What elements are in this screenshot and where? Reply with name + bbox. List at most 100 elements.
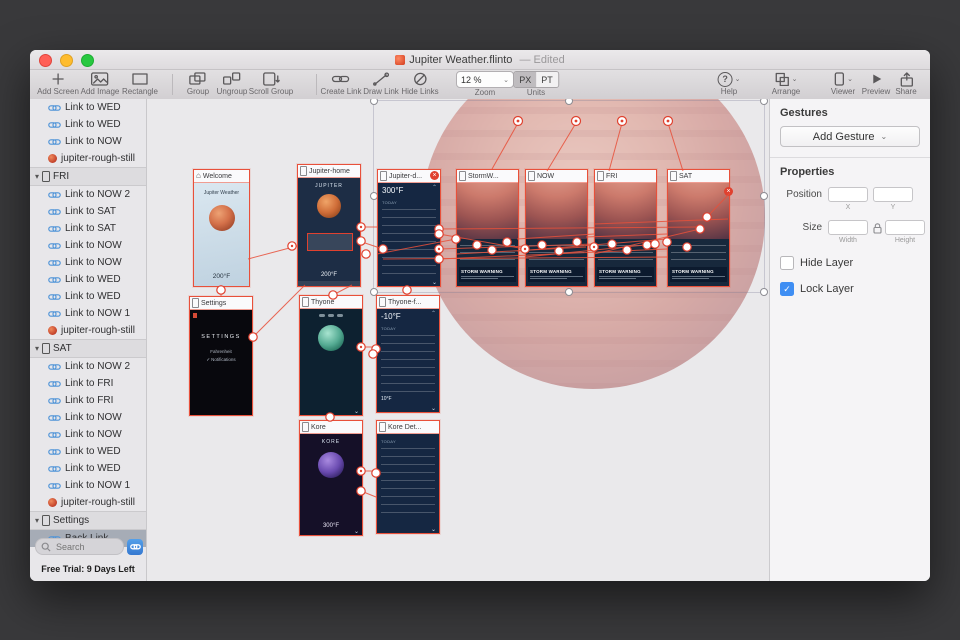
sidebar-group-fri[interactable]: ▾ FRI	[30, 167, 146, 186]
chevron-down-icon: ⌄	[847, 76, 853, 83]
screen-storm-warning[interactable]: StormW... STORM WARNING	[456, 169, 519, 287]
size-width-input[interactable]	[828, 220, 868, 235]
sidebar-item-image[interactable]: jupiter-rough-still	[30, 322, 146, 339]
ungroup-button[interactable]: Ungroup	[217, 71, 247, 97]
screen-kore[interactable]: Kore KORE 300°F ⌄	[299, 420, 363, 536]
help-button[interactable]: ? ⌄ Help	[717, 71, 740, 97]
screen-title: Kore Det...	[388, 423, 422, 431]
links-filter-button[interactable]	[127, 538, 143, 555]
hide-layer-row[interactable]: Hide Layer	[780, 256, 930, 270]
screen-thyone[interactable]: Thyone ⌄	[299, 295, 363, 416]
preview-button[interactable]: Preview	[862, 71, 890, 97]
close-icon[interactable]: ×	[724, 187, 733, 196]
selection-handle[interactable]	[760, 288, 768, 296]
screen-sat[interactable]: SAT × STORM WARNING	[667, 169, 733, 287]
zoom-control[interactable]: 12 % ⌄ Zoom	[456, 71, 514, 98]
zoom-dropdown[interactable]: 12 % ⌄	[456, 71, 514, 88]
disclosure-triangle-icon[interactable]: ▾	[35, 516, 39, 525]
disclosure-triangle-icon[interactable]: ▾	[35, 172, 39, 181]
screen-icon	[42, 515, 51, 526]
close-icon[interactable]: ×	[430, 171, 439, 180]
position-y-input[interactable]	[873, 187, 913, 202]
add-screen-button[interactable]: Add Screen	[37, 71, 79, 97]
units-pt-segment[interactable]: PT	[536, 72, 558, 87]
size-height-input[interactable]	[885, 220, 925, 235]
units-px-segment[interactable]: PX	[514, 72, 537, 87]
sidebar-item-link[interactable]: Link to NOW	[30, 237, 146, 254]
minimize-button[interactable]	[60, 54, 73, 67]
chevron-down-icon: ⌄	[430, 527, 436, 533]
sidebar-item-link[interactable]: Link to FRI	[30, 375, 146, 392]
link-icon	[48, 242, 61, 249]
chevron-down-icon: ⌄	[880, 132, 888, 141]
lock-aspect-icon[interactable]	[873, 223, 882, 244]
sidebar-item-link[interactable]: Link to WED	[30, 99, 146, 116]
sidebar-item-link[interactable]: Link to NOW 1	[30, 305, 146, 322]
viewer-button[interactable]: ⌄ Viewer	[831, 71, 855, 97]
position-x-input[interactable]	[828, 187, 868, 202]
hide-layer-checkbox[interactable]	[780, 256, 794, 270]
screen-jupiter-detail[interactable]: Jupiter-d... × 300°F ⌃ TODAY ⌄	[377, 169, 441, 287]
screen-kore-detail[interactable]: Kore Det... TODAY ⌄	[376, 420, 440, 534]
draw-link-button[interactable]: Draw Link	[363, 71, 399, 97]
sidebar-item-link[interactable]: Link to NOW	[30, 409, 146, 426]
sidebar-item-link[interactable]: Link to NOW	[30, 254, 146, 271]
sidebar-item-link[interactable]: Link to NOW 1	[30, 477, 146, 494]
scroll-group-button[interactable]: Scroll Group	[249, 71, 293, 97]
group-button[interactable]: Group	[187, 71, 209, 97]
close-button[interactable]	[39, 54, 52, 67]
screen-jupiter-home[interactable]: Jupiter-home JUPITER 200°F	[297, 164, 361, 287]
selection-handle[interactable]	[565, 288, 573, 296]
screen-icon	[42, 171, 51, 182]
sidebar-item-label: Link to WED	[65, 102, 121, 113]
link-icon	[48, 380, 61, 387]
add-image-button[interactable]: Add Image	[81, 71, 119, 97]
sidebar-item-link[interactable]: Link to WED	[30, 271, 146, 288]
screen-thyone-forecast[interactable]: Thyone-f... -10°F ⌃ TODAY 10°F ⌄	[376, 295, 440, 413]
canvas[interactable]: ⌂ Welcome Jupiter Weather 200°F Jupiter-h…	[147, 99, 769, 581]
sidebar-group-settings[interactable]: ▾ Settings	[30, 511, 146, 530]
zoom-button[interactable]	[81, 54, 94, 67]
rectangle-button[interactable]: Rectangle	[122, 71, 158, 97]
units-segmented-control[interactable]: PX PT	[513, 71, 559, 88]
units-control[interactable]: PX PT Units	[513, 71, 559, 98]
share-button[interactable]: Share	[895, 71, 917, 97]
sidebar-item-link[interactable]: Link to WED	[30, 460, 146, 477]
chevron-down-icon: ⌄	[353, 529, 359, 535]
search-field[interactable]	[35, 538, 124, 555]
sidebar-item-link[interactable]: Link to WED	[30, 116, 146, 133]
disclosure-triangle-icon[interactable]: ▾	[35, 344, 39, 353]
sidebar-item-link[interactable]: Link to SAT	[30, 203, 146, 220]
arrange-button[interactable]: ⌄ Arrange	[772, 71, 800, 97]
search-input[interactable]	[54, 540, 118, 553]
create-link-button[interactable]: Create Link	[321, 71, 361, 97]
add-gesture-dropdown[interactable]: Add Gesture ⌄	[780, 126, 920, 147]
sidebar-item-link[interactable]: Link to NOW	[30, 133, 146, 150]
screen-title: FRI	[606, 172, 618, 180]
sidebar-item-image[interactable]: jupiter-rough-still	[30, 494, 146, 511]
screen-title: Jupiter-d...	[389, 172, 423, 180]
sidebar-group-sat[interactable]: ▾ SAT	[30, 339, 146, 358]
selected-layer-box[interactable]	[307, 233, 353, 251]
sidebar-item-link[interactable]: Link to FRI	[30, 392, 146, 409]
screen-fri[interactable]: FRI STORM WARNING	[594, 169, 657, 287]
draw-link-icon	[372, 71, 390, 87]
planet-image	[526, 183, 587, 239]
sidebar-item-link[interactable]: Link to NOW	[30, 426, 146, 443]
screen-settings[interactable]: Settings SETTINGS Fahrenheit ✓Notificati…	[189, 296, 253, 416]
sidebar-item-image[interactable]: jupiter-rough-still	[30, 150, 146, 167]
sidebar-item-link[interactable]: Link to NOW 2	[30, 358, 146, 375]
titlebar[interactable]: Jupiter Weather.flinto — Edited	[30, 50, 930, 70]
sidebar-item-link[interactable]: Link to WED	[30, 443, 146, 460]
hide-links-button[interactable]: Hide Links	[401, 71, 439, 97]
screen-now[interactable]: NOW STORM WARNING	[525, 169, 588, 287]
sidebar-item-link[interactable]: Link to WED	[30, 288, 146, 305]
screen-welcome[interactable]: ⌂ Welcome Jupiter Weather 200°F	[193, 169, 250, 287]
selection-handle[interactable]	[760, 99, 768, 105]
lock-layer-checkbox[interactable]: ✓	[780, 282, 794, 296]
sidebar-item-label: Link to WED	[65, 119, 121, 130]
lock-layer-row[interactable]: ✓ Lock Layer	[780, 282, 930, 296]
selection-handle[interactable]	[760, 192, 768, 200]
sidebar-item-link[interactable]: Link to NOW 2	[30, 186, 146, 203]
sidebar-item-link[interactable]: Link to SAT	[30, 220, 146, 237]
